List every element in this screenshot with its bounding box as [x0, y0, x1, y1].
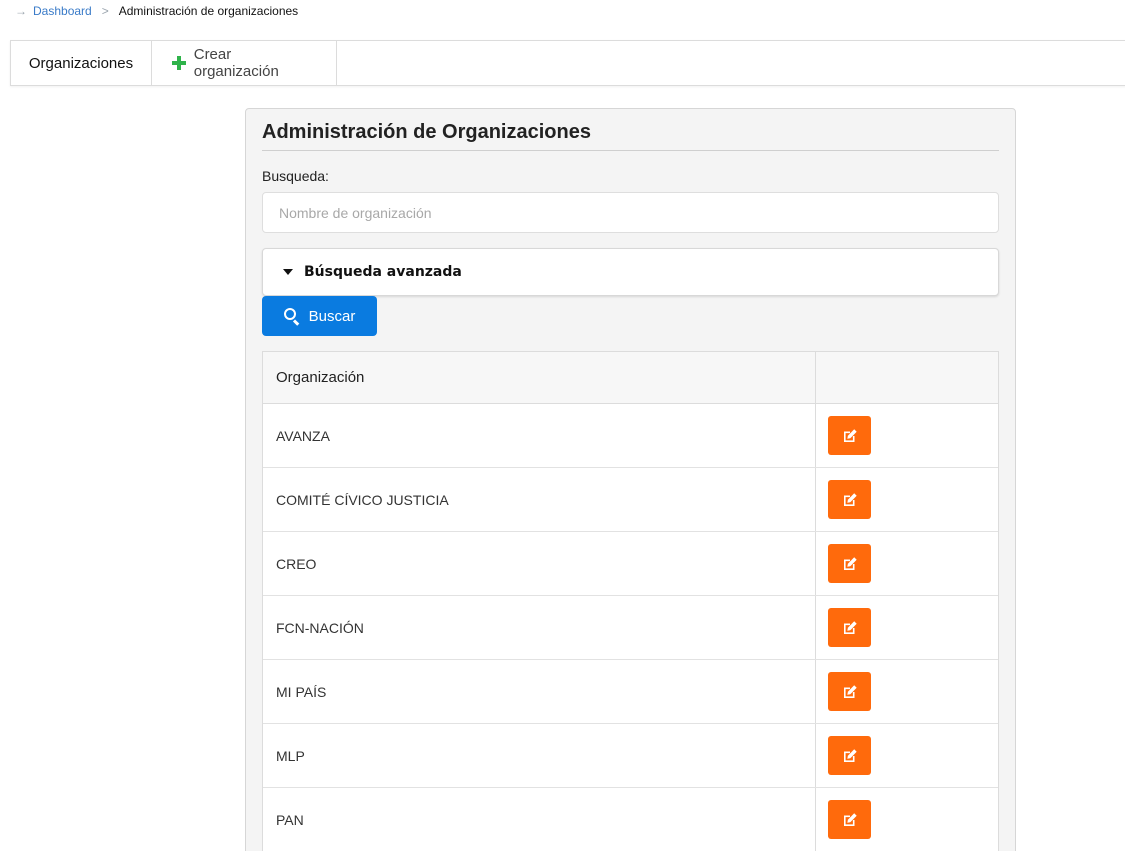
organizations-panel: Administración de Organizaciones Busqued…: [245, 108, 1016, 851]
edit-icon: [842, 748, 858, 764]
row-actions: [816, 724, 998, 787]
table-header: Organización: [263, 352, 998, 404]
organization-name: COMITÉ CÍVICO JUSTICIA: [263, 468, 816, 531]
row-actions: [816, 788, 998, 851]
edit-button[interactable]: [828, 736, 871, 775]
tab-bar: Organizaciones Crear organización: [10, 40, 1125, 86]
tab-organizaciones[interactable]: Organizaciones: [11, 41, 152, 85]
edit-button[interactable]: [828, 800, 871, 839]
table-row: AVANZA: [263, 404, 998, 468]
organization-name: MI PAÍS: [263, 660, 816, 723]
table-row: PAN: [263, 788, 998, 851]
search-input[interactable]: [262, 192, 999, 233]
organization-name: PAN: [263, 788, 816, 851]
organization-name: AVANZA: [263, 404, 816, 467]
table-row: COMITÉ CÍVICO JUSTICIA: [263, 468, 998, 532]
search-button-label: Buscar: [308, 307, 356, 325]
table-row: CREO: [263, 532, 998, 596]
table-row: MI PAÍS: [263, 660, 998, 724]
edit-icon: [842, 556, 858, 572]
caret-down-icon: [283, 269, 293, 275]
edit-icon: [842, 492, 858, 508]
advanced-search-label: Búsqueda avanzada: [304, 264, 462, 280]
organization-name: FCN-NACIÓN: [263, 596, 816, 659]
tab-crear-organizacion[interactable]: Crear organización: [152, 41, 337, 85]
row-actions: [816, 404, 998, 467]
row-actions: [816, 468, 998, 531]
row-actions: [816, 660, 998, 723]
divider: [262, 150, 999, 151]
edit-button[interactable]: [828, 672, 871, 711]
edit-icon: [842, 812, 858, 828]
edit-icon: [842, 620, 858, 636]
search-label: Busqueda:: [262, 168, 329, 184]
breadcrumb: → Dashboard > Administración de organiza…: [15, 3, 298, 19]
advanced-search-toggle[interactable]: Búsqueda avanzada: [262, 248, 999, 296]
row-actions: [816, 532, 998, 595]
row-actions: [816, 596, 998, 659]
column-header-actions: [816, 352, 998, 403]
column-header-organizacion: Organización: [263, 352, 816, 403]
breadcrumb-dashboard-link[interactable]: Dashboard: [33, 4, 92, 18]
edit-button[interactable]: [828, 480, 871, 519]
page-title: Administración de Organizaciones: [262, 121, 591, 143]
organization-name: MLP: [263, 724, 816, 787]
edit-icon: [842, 428, 858, 444]
edit-button[interactable]: [828, 416, 871, 455]
arrow-right-icon: →: [15, 4, 27, 18]
edit-button[interactable]: [828, 608, 871, 647]
plus-icon: [172, 56, 186, 70]
tab-label: Crear organización: [193, 46, 279, 80]
tab-label: Organizaciones: [28, 54, 134, 72]
breadcrumb-current: Administración de organizaciones: [118, 4, 299, 18]
organization-name: CREO: [263, 532, 816, 595]
edit-button[interactable]: [828, 544, 871, 583]
table-row: FCN-NACIÓN: [263, 596, 998, 660]
chevron-right-icon: >: [101, 4, 109, 18]
table-row: MLP: [263, 724, 998, 788]
search-button[interactable]: Buscar: [262, 296, 377, 336]
edit-icon: [842, 684, 858, 700]
organizations-table: Organización AVANZA COMITÉ CÍVICO JUSTICI…: [262, 351, 999, 851]
search-icon: [283, 308, 300, 326]
